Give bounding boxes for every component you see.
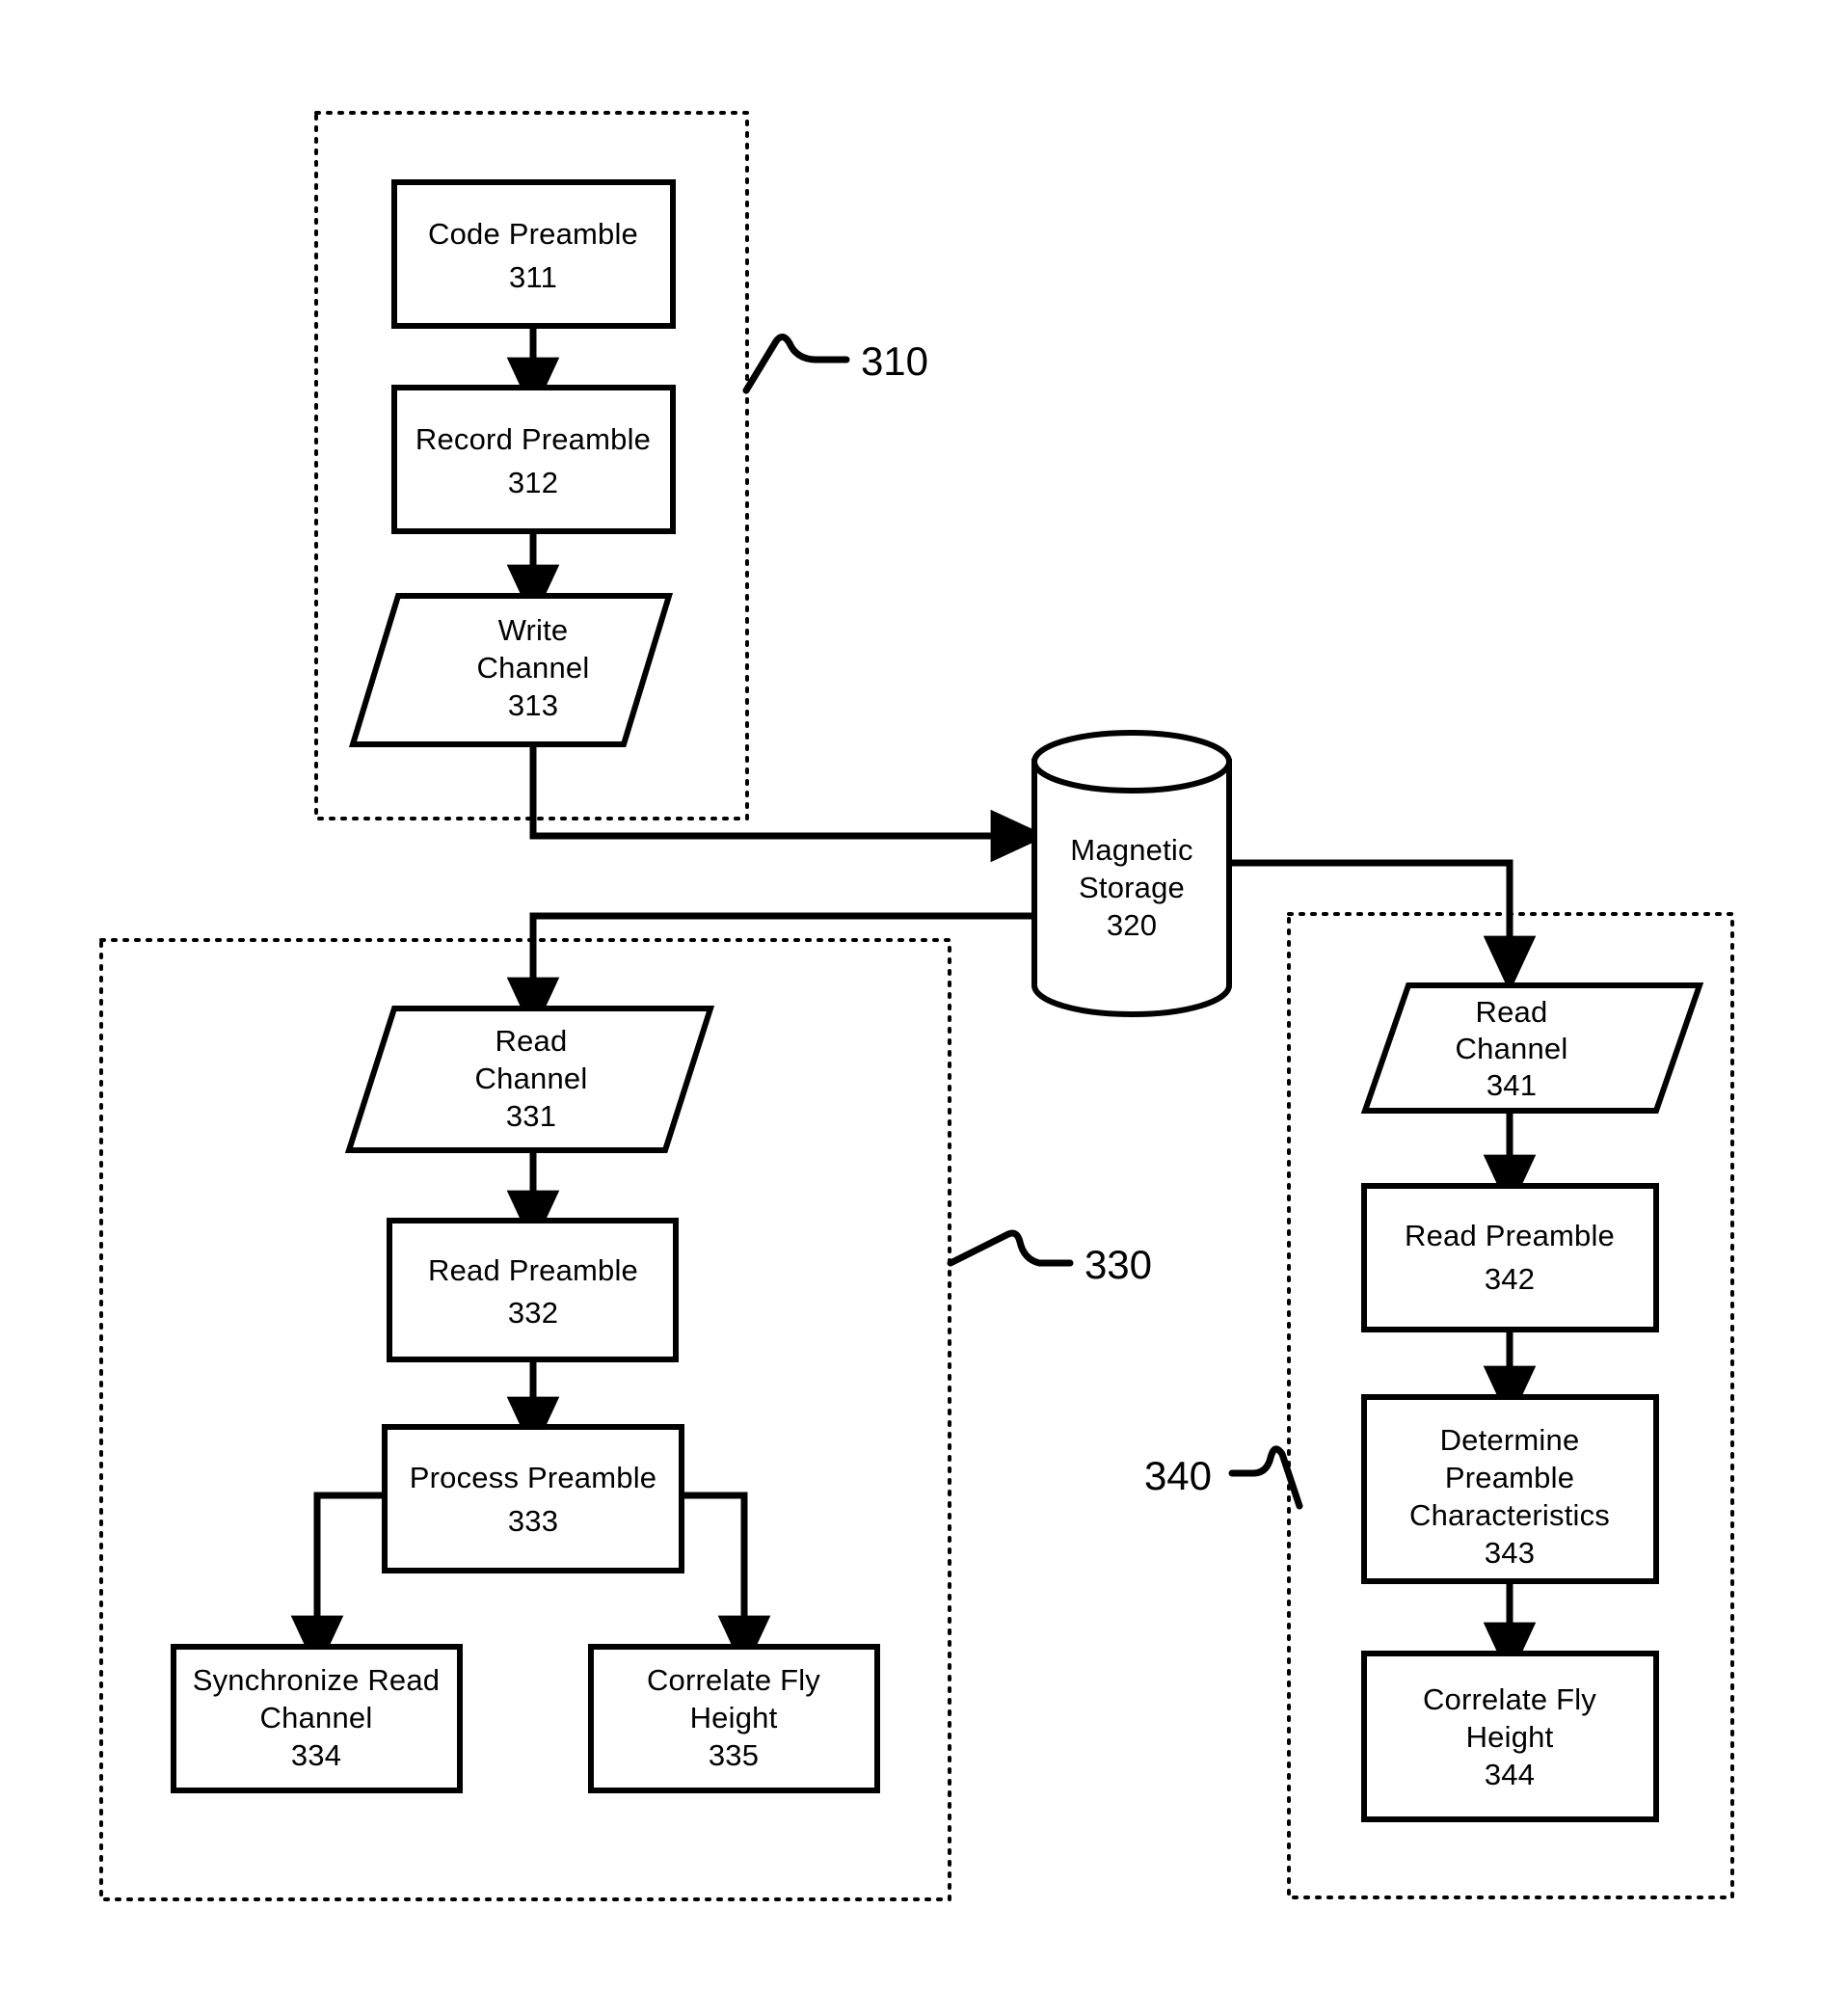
node-read-preamble-332[interactable]: Read Preamble 332: [387, 1218, 679, 1362]
connector-333-to-334: [290, 1492, 385, 1673]
node-335-label-line2: Height: [690, 1701, 778, 1735]
node-311-label-line1: Code Preamble: [428, 217, 638, 251]
node-334-label-line2: Channel: [260, 1701, 373, 1735]
node-334-ref: 334: [291, 1738, 341, 1772]
node-320-top-ellipse: [1031, 730, 1232, 793]
node-write-channel[interactable]: Write Channel 313: [348, 593, 674, 747]
group-310-leader-line: [742, 334, 850, 394]
node-341-label-line2: Channel: [1456, 1032, 1568, 1065]
node-343-label-line2: Preamble: [1445, 1461, 1574, 1494]
node-311-shape: [391, 179, 676, 329]
node-correlate-fly-height-344[interactable]: Correlate Fly Height 344: [1361, 1651, 1659, 1822]
group-ref-330: 330: [947, 1229, 1152, 1287]
node-335-ref: 335: [709, 1738, 759, 1772]
node-read-preamble-342[interactable]: Read Preamble 342: [1361, 1183, 1659, 1332]
group-340-ref-label: 340: [1144, 1453, 1212, 1498]
node-331-label-line2: Channel: [475, 1062, 588, 1095]
node-342-label-line1: Read Preamble: [1405, 1219, 1615, 1252]
group-ref-310: 310: [742, 334, 928, 394]
node-record-preamble[interactable]: Record Preamble 312: [391, 385, 676, 534]
node-343-label-line3: Characteristics: [1409, 1498, 1610, 1532]
node-read-channel-331[interactable]: Read Channel 331: [344, 1006, 715, 1153]
node-341-label-line1: Read: [1476, 995, 1548, 1029]
node-312-ref: 312: [508, 466, 558, 499]
node-332-label-line1: Read Preamble: [428, 1253, 638, 1287]
node-342-ref: 342: [1485, 1262, 1535, 1296]
node-343-label-line1: Determine: [1440, 1423, 1580, 1457]
node-313-ref: 313: [508, 688, 558, 722]
node-320-label-line1: Magnetic: [1070, 833, 1192, 867]
flowchart-diagram: Code Preamble 311 Record Preamble 312 Wr…: [99, 111, 1734, 1901]
node-process-preamble[interactable]: Process Preamble 333: [382, 1424, 684, 1573]
connector-320-to-331: [506, 912, 1034, 1035]
node-magnetic-storage[interactable]: Magnetic Storage 320: [1031, 730, 1232, 1017]
group-ref-340: 340: [1144, 1445, 1303, 1510]
node-333-ref: 333: [508, 1504, 558, 1538]
node-332-shape: [387, 1218, 679, 1362]
node-correlate-fly-height-335[interactable]: Correlate Fly Height 335: [588, 1644, 880, 1793]
node-read-channel-341[interactable]: Read Channel 341: [1360, 982, 1704, 1114]
connector-313-to-320: [529, 744, 1048, 863]
connector-333-to-335: [682, 1492, 771, 1673]
node-335-label-line1: Correlate Fly: [647, 1663, 820, 1697]
node-determine-preamble-characteristics[interactable]: Determine Preamble Characteristics 343: [1361, 1394, 1659, 1584]
group-330-leader-line: [947, 1229, 1074, 1267]
node-313-label-line2: Channel: [477, 651, 590, 685]
node-333-label-line1: Process Preamble: [410, 1461, 656, 1494]
node-synchronize-read-channel[interactable]: Synchronize Read Channel 334: [171, 1644, 463, 1793]
node-341-ref: 341: [1486, 1068, 1537, 1102]
node-334-label-line1: Synchronize Read: [193, 1663, 441, 1697]
node-344-label-line1: Correlate Fly: [1423, 1682, 1596, 1716]
node-313-label-line1: Write: [498, 613, 569, 647]
node-344-ref: 344: [1485, 1758, 1535, 1791]
node-331-ref: 331: [506, 1099, 556, 1133]
node-344-label-line2: Height: [1466, 1720, 1554, 1754]
node-331-label-line1: Read: [495, 1024, 568, 1058]
node-320-label-line2: Storage: [1079, 871, 1185, 904]
node-code-preamble[interactable]: Code Preamble 311: [391, 179, 676, 329]
group-330-ref-label: 330: [1085, 1242, 1152, 1287]
node-311-ref: 311: [509, 260, 557, 294]
node-342-shape: [1361, 1183, 1659, 1332]
figure-canvas: Code Preamble 311 Record Preamble 312 Wr…: [0, 0, 1848, 1990]
node-312-shape: [391, 385, 676, 534]
node-320-ref: 320: [1107, 908, 1157, 942]
node-312-label-line1: Record Preamble: [415, 422, 651, 456]
node-343-ref: 343: [1485, 1536, 1535, 1570]
node-332-ref: 332: [508, 1296, 558, 1330]
group-310-ref-label: 310: [861, 338, 928, 384]
node-333-shape: [382, 1424, 684, 1573]
